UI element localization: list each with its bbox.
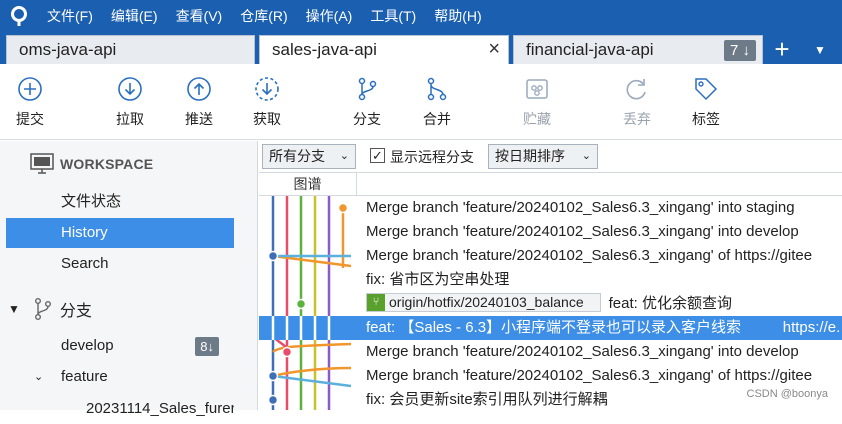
behind-count-badge: 8↓ [195, 337, 219, 356]
push-label: 推送 [185, 111, 213, 127]
show-remote-label[interactable]: 显示远程分支 [390, 147, 474, 167]
stash-button[interactable]: 贮藏 [509, 76, 565, 129]
sidebar-item-feature[interactable]: ⌄ feature [6, 362, 234, 392]
tag-icon [695, 78, 718, 101]
toolbar: 提交 拉取 推送 获取 分支 合并 贮藏 丢弃 标签 [0, 64, 842, 140]
commit-message: fix: 省市区为空串处理 [366, 271, 510, 288]
branch-folder-name: feature [61, 368, 108, 385]
sidebar-item-label: History [61, 224, 108, 241]
remote-branch-ref-tag[interactable]: ⑂ origin/hotfix/20240103_balance [366, 293, 601, 312]
branch-filter-dropdown[interactable]: 所有分支 ⌄ [262, 144, 356, 169]
discard-button[interactable]: 丢弃 [609, 76, 665, 129]
merge-button[interactable]: 合并 [409, 76, 465, 129]
sort-order-dropdown[interactable]: 按日期排序 ⌄ [488, 144, 598, 169]
commit-message: Merge branch 'feature/20240102_Sales6.3_… [366, 199, 795, 216]
commit-message: feat: 优化余额查询 [608, 295, 732, 312]
sidebar-item-feature-branch[interactable]: 20231114_Sales_furen [6, 394, 234, 424]
chevron-down-icon: ⌄ [581, 150, 591, 162]
menu-file[interactable]: 文件(F) [38, 0, 102, 32]
history-filter-bar: 所有分支 ⌄ ✓ 显示远程分支 按日期排序 ⌄ [259, 141, 842, 173]
fetch-dashed-arrow-icon [255, 77, 279, 101]
branch-name: develop [61, 337, 114, 354]
chevron-down-icon: ⌄ [34, 371, 44, 383]
merge-label: 合并 [423, 111, 451, 127]
dropdown-value: 所有分支 [269, 148, 325, 164]
stash-box-icon [526, 79, 548, 99]
branch-label: 分支 [353, 111, 381, 127]
discard-label: 丢弃 [623, 111, 651, 127]
fetch-label: 获取 [253, 111, 281, 127]
commit-message: Merge branch 'feature/20240102_Sales6.3_… [366, 223, 799, 240]
tab-update-count-badge: 7 ↓ [723, 40, 756, 61]
branch-name: 20231114_Sales_furen [86, 400, 234, 417]
commit-message: feat: 【Sales - 6.3】小程序端不登录也可以录入客户线索 http… [366, 319, 841, 336]
commit-list-header: 图谱 [259, 173, 842, 196]
watermark-text: CSDN @boonya [746, 388, 828, 400]
sidebar-item-label: 文件状态 [61, 193, 122, 210]
menu-edit[interactable]: 编辑(E) [102, 0, 167, 32]
commit-message-with-ref: ⑂ origin/hotfix/20240103_balance feat: 优化余… [366, 292, 842, 316]
merge-icon [427, 77, 447, 101]
sidebar-item-label: Search [61, 255, 109, 272]
push-up-arrow-icon [187, 77, 211, 101]
workspace-header: WORKSPACE [30, 153, 153, 175]
menu-repository[interactable]: 仓库(R) [231, 0, 296, 32]
chevron-down-icon: ▼ [8, 302, 20, 316]
tab-label: sales-java-api [272, 40, 377, 59]
sidebar-item-develop[interactable]: develop 8↓ [6, 331, 234, 361]
pull-down-arrow-icon [118, 77, 142, 101]
tag-button[interactable]: 标签 [678, 76, 734, 129]
tab-list-chevron-down-icon[interactable]: ▼ [810, 36, 830, 64]
branches-section-header[interactable]: ▼ 分支 [8, 297, 92, 321]
branch-button[interactable]: 分支 [339, 76, 395, 129]
commit-message: Merge branch 'feature/20240102_Sales6.3_… [366, 367, 813, 384]
commit-message: Merge branch 'feature/20240102_Sales6.3_… [366, 247, 813, 264]
tab-close-icon[interactable]: × [488, 36, 500, 63]
branch-icon: ⑂ [367, 294, 385, 311]
sidebar-item-history[interactable]: History [6, 218, 234, 248]
tab-financial-java-api[interactable]: financial-java-api 7 ↓ [513, 35, 763, 64]
chevron-down-icon: ⌄ [339, 150, 349, 162]
tag-label: 标签 [692, 111, 720, 127]
pull-button[interactable]: 拉取 [102, 76, 158, 129]
repo-tab-bar: oms-java-api sales-java-api × financial-… [0, 32, 842, 64]
app-logo-icon[interactable] [0, 0, 38, 32]
tab-sales-java-api[interactable]: sales-java-api × [259, 35, 509, 64]
fetch-button[interactable]: 获取 [239, 76, 295, 129]
sidebar-item-search[interactable]: Search [6, 249, 234, 279]
workspace-label: WORKSPACE [60, 156, 154, 172]
push-button[interactable]: 推送 [171, 76, 227, 129]
commit-graph [259, 196, 357, 410]
menu-bar: 文件(F) 编辑(E) 查看(V) 仓库(R) 操作(A) 工具(T) 帮助(H… [0, 0, 842, 32]
commit-button[interactable]: 提交 [2, 76, 58, 129]
tab-oms-java-api[interactable]: oms-java-api [6, 35, 255, 64]
new-tab-button[interactable]: + [769, 34, 795, 64]
ref-name: origin/hotfix/20240103_balance [389, 294, 584, 310]
sidebar-item-file-status[interactable]: 文件状态 [6, 187, 234, 217]
menu-tools[interactable]: 工具(T) [361, 0, 425, 32]
branch-icon [34, 298, 51, 321]
branch-icon [358, 77, 377, 101]
commit-plus-icon [18, 77, 42, 101]
tab-label: financial-java-api [526, 40, 654, 59]
commit-message: Merge branch 'feature/20240102_Sales6.3_… [366, 343, 799, 360]
menu-help[interactable]: 帮助(H) [425, 0, 490, 32]
tab-label: oms-java-api [19, 40, 117, 59]
dropdown-value: 按日期排序 [495, 148, 565, 164]
stash-label: 贮藏 [523, 111, 551, 127]
graph-column-header[interactable]: 图谱 [259, 173, 357, 196]
show-remote-checkbox[interactable]: ✓ [370, 148, 385, 163]
commit-label: 提交 [16, 111, 44, 127]
menu-view[interactable]: 查看(V) [167, 0, 232, 32]
sidebar: WORKSPACE 文件状态 History Search ▼ 分支 devel… [0, 141, 258, 417]
discard-refresh-icon [626, 79, 646, 100]
menu-actions[interactable]: 操作(A) [297, 0, 362, 32]
branches-label: 分支 [59, 303, 92, 320]
monitor-icon [30, 153, 54, 174]
pull-label: 拉取 [116, 111, 144, 127]
